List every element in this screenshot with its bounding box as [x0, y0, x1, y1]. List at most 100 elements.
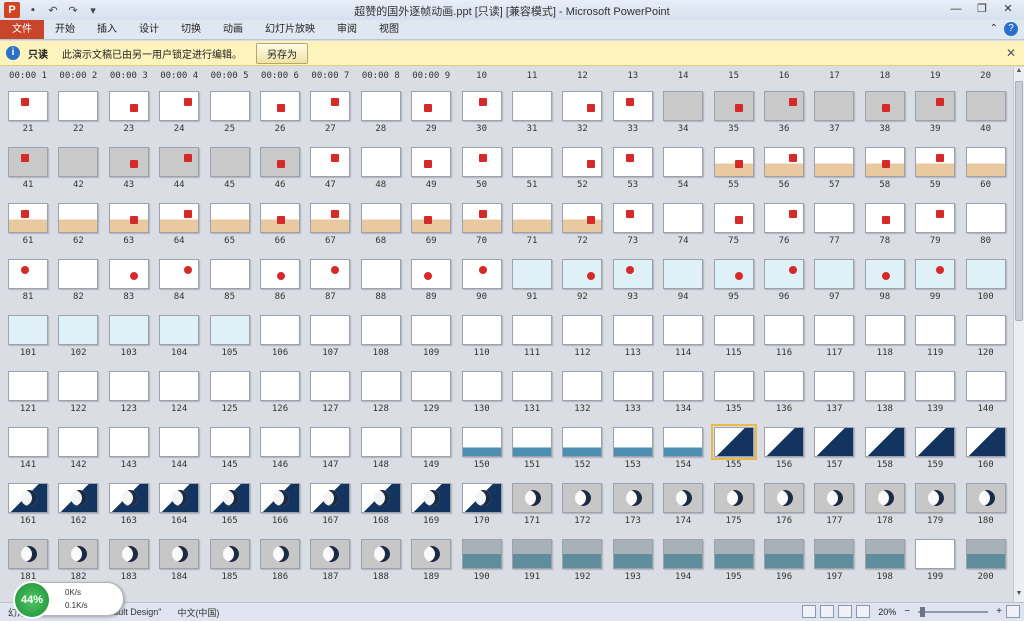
slide-thumbnail[interactable]	[915, 203, 956, 233]
slide-thumbnail[interactable]	[310, 427, 351, 457]
slide-thumbnail[interactable]	[159, 427, 200, 457]
slide-thumbnail[interactable]	[965, 203, 1006, 233]
zoom-slider[interactable]	[918, 606, 989, 617]
slide-thumbnail[interactable]	[915, 147, 956, 177]
slide-thumbnail[interactable]	[58, 371, 99, 401]
slide-thumbnail[interactable]	[512, 315, 552, 345]
slide-thumbnail[interactable]	[310, 259, 351, 289]
slide-thumbnail[interactable]	[58, 315, 99, 345]
slide-thumbnail[interactable]	[713, 483, 754, 513]
slide-thumbnail[interactable]	[461, 91, 502, 121]
slide-thumbnail[interactable]	[310, 483, 351, 513]
slide-thumbnail[interactable]	[612, 371, 653, 401]
slide-thumbnail[interactable]	[713, 147, 754, 177]
save-as-button[interactable]: 另存为	[256, 42, 308, 64]
slide-thumbnail[interactable]	[915, 315, 956, 345]
slide-thumbnail[interactable]	[8, 203, 48, 233]
slide-thumbnail[interactable]	[562, 371, 603, 401]
slide-thumbnail[interactable]	[814, 315, 855, 345]
slide-thumbnail[interactable]	[360, 427, 401, 457]
language-indicator[interactable]: 中文(中国)	[177, 606, 219, 619]
slide-thumbnail[interactable]	[562, 483, 603, 513]
slide-thumbnail[interactable]	[58, 203, 99, 233]
slide-thumbnail[interactable]	[562, 539, 603, 569]
slide-thumbnail[interactable]	[260, 91, 300, 121]
slide-thumbnail[interactable]	[411, 483, 452, 513]
slide-thumbnail[interactable]	[461, 539, 502, 569]
slide-thumbnail[interactable]	[965, 91, 1006, 121]
slide-thumbnail[interactable]	[260, 203, 300, 233]
slide-thumbnail[interactable]	[562, 427, 603, 457]
slide-thumbnail[interactable]	[310, 203, 351, 233]
slide-thumbnail[interactable]	[562, 259, 603, 289]
slide-thumbnail[interactable]	[108, 539, 149, 569]
slide-thumbnail[interactable]	[108, 259, 149, 289]
collapse-ribbon-icon[interactable]: ⌃	[990, 22, 998, 36]
slide-thumbnail[interactable]	[360, 91, 401, 121]
slide-thumbnail[interactable]	[965, 427, 1006, 457]
slide-thumbnail[interactable]	[209, 539, 250, 569]
slide-thumbnail[interactable]	[663, 539, 704, 569]
slide-thumbnail[interactable]	[612, 203, 653, 233]
slide-thumbnail[interactable]	[663, 203, 704, 233]
slide-thumbnail[interactable]	[512, 203, 552, 233]
slide-thumbnail[interactable]	[461, 371, 502, 401]
slide-thumbnail[interactable]	[260, 147, 300, 177]
slide-thumbnail[interactable]	[360, 259, 401, 289]
slide-thumbnail[interactable]	[8, 147, 48, 177]
slide-thumbnail[interactable]	[461, 259, 502, 289]
slide-thumbnail[interactable]	[764, 539, 804, 569]
slide-thumbnail[interactable]	[764, 371, 804, 401]
slide-thumbnail[interactable]	[864, 427, 905, 457]
slide-thumbnail[interactable]	[8, 91, 48, 121]
slide-thumbnail[interactable]	[512, 91, 552, 121]
slide-thumbnail[interactable]	[915, 371, 956, 401]
slide-thumbnail[interactable]	[411, 203, 452, 233]
slide-thumbnail[interactable]	[663, 147, 704, 177]
slide-thumbnail[interactable]	[260, 371, 300, 401]
slide-thumbnail[interactable]	[562, 147, 603, 177]
slide-thumbnail[interactable]	[512, 483, 552, 513]
zoom-out-icon[interactable]: −	[904, 606, 910, 617]
slide-thumbnail[interactable]	[159, 147, 200, 177]
slide-thumbnail[interactable]	[764, 259, 804, 289]
slide-thumbnail[interactable]	[864, 315, 905, 345]
slide-thumbnail[interactable]	[663, 259, 704, 289]
slide-thumbnail[interactable]	[512, 371, 552, 401]
slide-thumbnail[interactable]	[965, 259, 1006, 289]
slide-thumbnail[interactable]	[310, 91, 351, 121]
slide-thumbnail[interactable]	[461, 427, 502, 457]
slide-thumbnail[interactable]	[814, 203, 855, 233]
slide-thumbnail[interactable]	[159, 483, 200, 513]
slide-thumbnail[interactable]	[8, 371, 48, 401]
slide-thumbnail[interactable]	[8, 315, 48, 345]
slide-thumbnail[interactable]	[864, 483, 905, 513]
slide-thumbnail[interactable]	[764, 315, 804, 345]
slide-thumbnail[interactable]	[814, 427, 855, 457]
slide-thumbnail[interactable]	[260, 483, 300, 513]
ribbon-tab[interactable]: 插入	[86, 20, 128, 39]
slide-thumbnail[interactable]	[512, 539, 552, 569]
slide-thumbnail[interactable]	[360, 203, 401, 233]
slide-thumbnail[interactable]	[58, 539, 99, 569]
slide-thumbnail[interactable]	[713, 371, 754, 401]
slide-thumbnail[interactable]	[915, 427, 956, 457]
slide-thumbnail[interactable]	[159, 371, 200, 401]
slide-thumbnail[interactable]	[612, 91, 653, 121]
slide-thumbnail[interactable]	[915, 539, 956, 569]
slide-thumbnail[interactable]	[310, 371, 351, 401]
zoom-level[interactable]: 20%	[878, 607, 896, 617]
network-monitor[interactable]: 44% 0K/s 0.1K/s	[13, 581, 124, 619]
slide-thumbnail[interactable]	[360, 147, 401, 177]
slide-thumbnail[interactable]	[360, 483, 401, 513]
restore-icon[interactable]: ❐	[970, 1, 994, 17]
slide-thumbnail[interactable]	[612, 315, 653, 345]
slide-thumbnail[interactable]	[58, 259, 99, 289]
slide-thumbnail[interactable]	[713, 539, 754, 569]
slide-thumbnail[interactable]	[965, 315, 1006, 345]
slide-thumbnail[interactable]	[915, 259, 956, 289]
slide-thumbnail[interactable]	[814, 371, 855, 401]
ribbon-tab[interactable]: 视图	[368, 20, 410, 39]
slide-thumbnail[interactable]	[108, 91, 149, 121]
slide-thumbnail[interactable]	[360, 371, 401, 401]
